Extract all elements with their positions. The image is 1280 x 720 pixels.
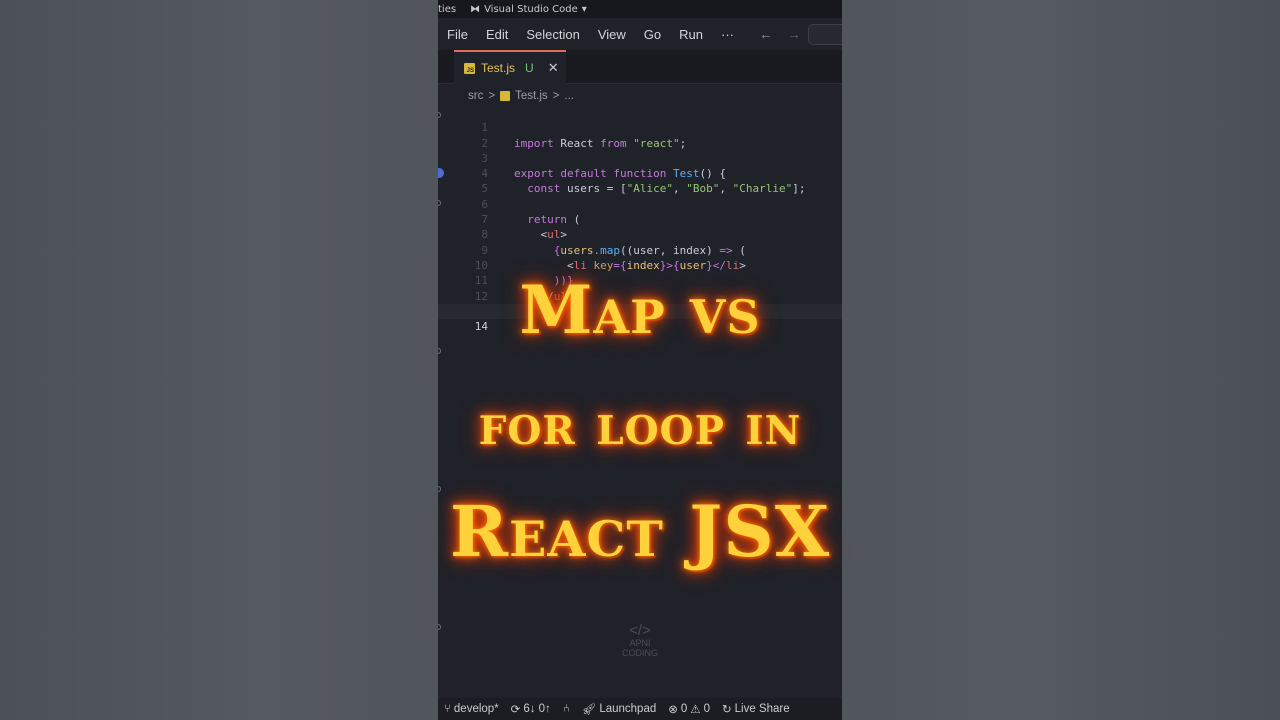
git-branch[interactable]: ⑂ develop*	[444, 703, 499, 715]
app-name: Visual Studio Code	[484, 3, 578, 15]
activity-icon[interactable]	[438, 624, 441, 630]
menu-go[interactable]: Go	[635, 27, 670, 42]
title-line-2: for loop in	[478, 392, 802, 458]
menu-file[interactable]: File	[438, 27, 477, 42]
chevron-right-icon: >	[488, 90, 496, 102]
live-share-icon: ↻	[722, 704, 732, 716]
menu-view[interactable]: View	[589, 27, 635, 42]
code-line: 6 return (	[438, 181, 842, 226]
menu-more[interactable]: ···	[712, 27, 743, 42]
menu-selection[interactable]: Selection	[517, 27, 588, 42]
tab-bar: JS Test.js U ✕	[438, 50, 842, 84]
editor-window: ties ⧓ Visual Studio Code ▾ File Edit Se…	[438, 0, 842, 720]
breadcrumb-file[interactable]: Test.js	[515, 90, 548, 102]
launchpad[interactable]: 🚀︎ Launchpad	[582, 702, 657, 716]
back-arrow-icon[interactable]: ←	[759, 26, 773, 42]
sync-icon: ⟳	[510, 704, 521, 716]
branch-icon: ⑂	[444, 703, 451, 715]
close-icon[interactable]: ✕	[548, 60, 559, 76]
breadcrumb: src > Test.js > ...	[468, 88, 574, 104]
background-left	[0, 0, 438, 720]
command-center-search[interactable]	[808, 24, 842, 45]
code-line: 1 import React from "react";	[438, 105, 842, 149]
menu-run[interactable]: Run	[670, 27, 712, 42]
vscode-icon: ⧓	[470, 3, 481, 15]
code-line: 7 <ul>	[438, 197, 842, 241]
tab-git-status: U	[525, 61, 534, 75]
code-line: 10 ))}	[438, 243, 842, 287]
title-line-3: React JSX	[449, 490, 831, 573]
js-file-icon: JS	[464, 62, 475, 74]
code-line: 4 const users = ["Alice", "Bob", "Charli…	[438, 151, 842, 195]
code-line: 2	[438, 120, 842, 150]
warning-icon: ⚠	[690, 704, 701, 716]
menu-bar: File Edit Selection View Go Run ··· ← →	[438, 18, 842, 50]
code-line: 8 {users.map((user, index) => (	[438, 212, 842, 256]
graph-icon: ⑃	[562, 703, 570, 715]
error-icon: ⊗	[668, 704, 678, 716]
code-line: 9 <li key={index}>{user}</li>	[438, 227, 842, 272]
breadcrumb-folder[interactable]: src	[468, 90, 483, 102]
title-bar: ties ⧓ Visual Studio Code ▾	[438, 0, 842, 18]
status-bar: ⑂ develop* ⟳ 6↓ 0↑ ⑃ 🚀︎ Launchpad ⊗ 0 ⚠ …	[438, 698, 842, 720]
background-right	[842, 0, 1280, 720]
tab-test-js[interactable]: JS Test.js U ✕	[454, 50, 566, 84]
code-line: 5	[438, 166, 842, 195]
code-line: 3 export default function Test() {	[438, 136, 842, 180]
channel-watermark: </> APNI CODING	[618, 622, 662, 658]
chevron-down-icon: ▾	[581, 3, 587, 15]
live-share[interactable]: ↻ Live Share	[722, 702, 790, 716]
chevron-right-icon: >	[552, 90, 560, 102]
menu-edit[interactable]: Edit	[477, 27, 517, 42]
titlebar-left-text: ties	[438, 3, 457, 15]
tab-filename: Test.js	[481, 61, 516, 75]
breadcrumb-more[interactable]: ...	[564, 90, 574, 102]
rocket-icon: 🚀︎	[581, 704, 597, 716]
problems[interactable]: ⊗ 0 ⚠ 0	[668, 702, 710, 716]
js-file-icon	[500, 91, 511, 101]
app-switcher[interactable]: ⧓ Visual Studio Code ▾	[470, 4, 587, 15]
source-control-graph[interactable]: ⑃	[563, 703, 570, 715]
git-sync[interactable]: ⟳ 6↓ 0↑	[511, 702, 551, 716]
title-line-1: Map vs	[519, 271, 761, 349]
code-brackets-icon: </>	[629, 622, 651, 639]
forward-arrow-icon[interactable]: →	[787, 26, 801, 42]
